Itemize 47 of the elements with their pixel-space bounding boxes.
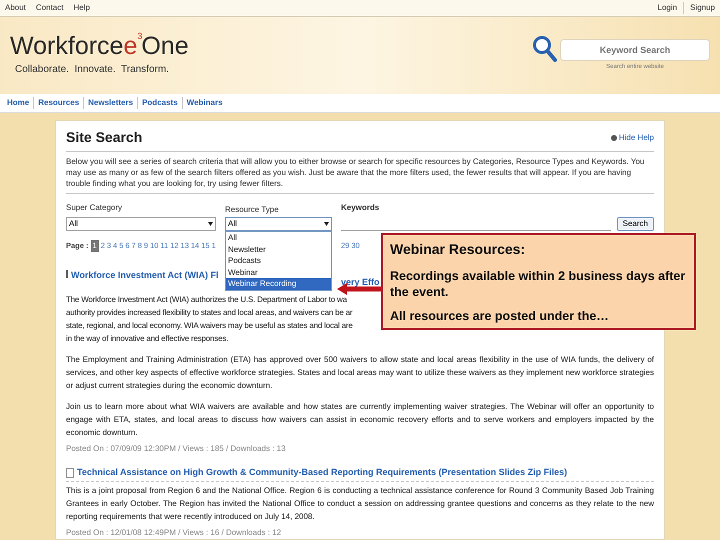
top-link[interactable]: Help: [73, 2, 90, 14]
field-label: Resource Type: [225, 204, 280, 216]
nav-link[interactable]: Webinars: [182, 96, 227, 109]
logo[interactable]: Workforcee$^{3}$One: [10, 34, 189, 60]
help-text: Below you will see a series of search criteria that will allow you to either browse or search for specific resources by Categories, Resource Types and Keywords. You may use as many or as few of the search filters offered as you wish. Just be aware that the more filters used, the fewer results that will appear. If you are having trouble finding what you are looking for, try using fewer filters.: [66, 152, 654, 194]
callout-text: All resources are posted under the…: [390, 308, 610, 324]
dropdown-option[interactable]: All: [226, 232, 331, 244]
result-text: authority provides increased flexibility to states and local areas, and waivers can be ar: [66, 306, 354, 319]
posted-info: Posted On : 07/09/09 12:30PM / Views : 185 / Downloads : 13: [66, 442, 287, 455]
dropdown-option[interactable]: Podcasts: [226, 255, 331, 267]
document-icon: [66, 468, 74, 478]
nav-link[interactable]: Home: [3, 96, 34, 109]
nav-link[interactable]: Resources: [33, 96, 84, 109]
nav-link[interactable]: Podcasts: [137, 96, 182, 109]
result-text: state, regional, and local economy. WIA waivers may be useful as states and local are: [66, 320, 354, 332]
result-title[interactable]: very Effo: [341, 277, 380, 287]
result-text: The Employment and Training Administration (ETA) has approved over 500 waivers to allow state and local areas flexibility in the use of WIA funds, the delivery of services, and other key aspects of effective workforce strategies. States and local areas may want to utilize these waivers as they implement new workforce strategies or adjust current strategies during the economic downturn.: [66, 354, 654, 392]
top-link[interactable]: Contact: [36, 2, 64, 14]
result-text: This is a joint proposal from Region 6 and the National Office. Region 6 is conducting a technical assistance conference for Round 3 Community Based Job Training Grantees in early October. The Region has invited the National Office to conduct a session on addressing grantee questions and concerns as they relate to the new reporting requirements that were recently introduced on July 14, 2008.: [66, 485, 654, 524]
field-label: Super Category: [66, 202, 124, 214]
super-category-select[interactable]: All: [66, 217, 216, 231]
resource-type-select[interactable]: All: [225, 217, 332, 231]
account-link[interactable]: Signup: [683, 2, 715, 14]
result-title[interactable]: Workforce Investment Act (WIA) Fl: [71, 269, 219, 282]
callout-text: Recordings available within 2 business days after the event.: [390, 268, 686, 300]
dropdown-option[interactable]: Newsletter: [226, 244, 331, 256]
page-heading: Site Search: [66, 128, 142, 147]
dropdown-option[interactable]: Webinar: [226, 266, 331, 278]
result-text: in the way of innovative and effective responses.: [66, 332, 230, 345]
caret-icon: [324, 222, 329, 226]
account-link[interactable]: Login: [658, 2, 678, 14]
nav-link[interactable]: Newsletters: [83, 96, 138, 109]
top-link[interactable]: About: [5, 2, 26, 14]
result-title[interactable]: Technical Assistance on High Growth & Community-Based Reporting Requirements (Presentation Slides Zip Files): [77, 466, 568, 480]
field-label: Keywords: [341, 202, 380, 214]
logo-tagline: Collaborate. Innovate. Transform.: [14, 63, 170, 78]
result-text: The Workforce Investment Act (WIA) authorizes the U.S. Department of Labor to wa: [66, 294, 348, 306]
hide-help-link[interactable]: Hide Help: [610, 132, 654, 144]
search-field[interactable]: Keyword Search: [560, 39, 710, 62]
callout-title: Webinar Resources:: [390, 240, 526, 259]
dropdown-option[interactable]: Webinar Recording: [226, 278, 331, 290]
search-button[interactable]: Search: [616, 217, 654, 231]
caret-icon: [208, 222, 213, 226]
search-icon: [532, 35, 558, 64]
info-icon: [610, 134, 617, 140]
posted-info: Posted On : 12/01/08 12:49PM / Views : 16 / Downloads : 12: [66, 527, 282, 540]
result-text: Join us to learn more about what WIA waivers are available and how states are currently implementing waiver strategies. The Webinar will offer an opportunity to engage with ETA, states, and local areas to discuss how waivers can assist in economic recovery efforts and to serve workers and employers impacted by the economic downturn.: [66, 400, 654, 439]
